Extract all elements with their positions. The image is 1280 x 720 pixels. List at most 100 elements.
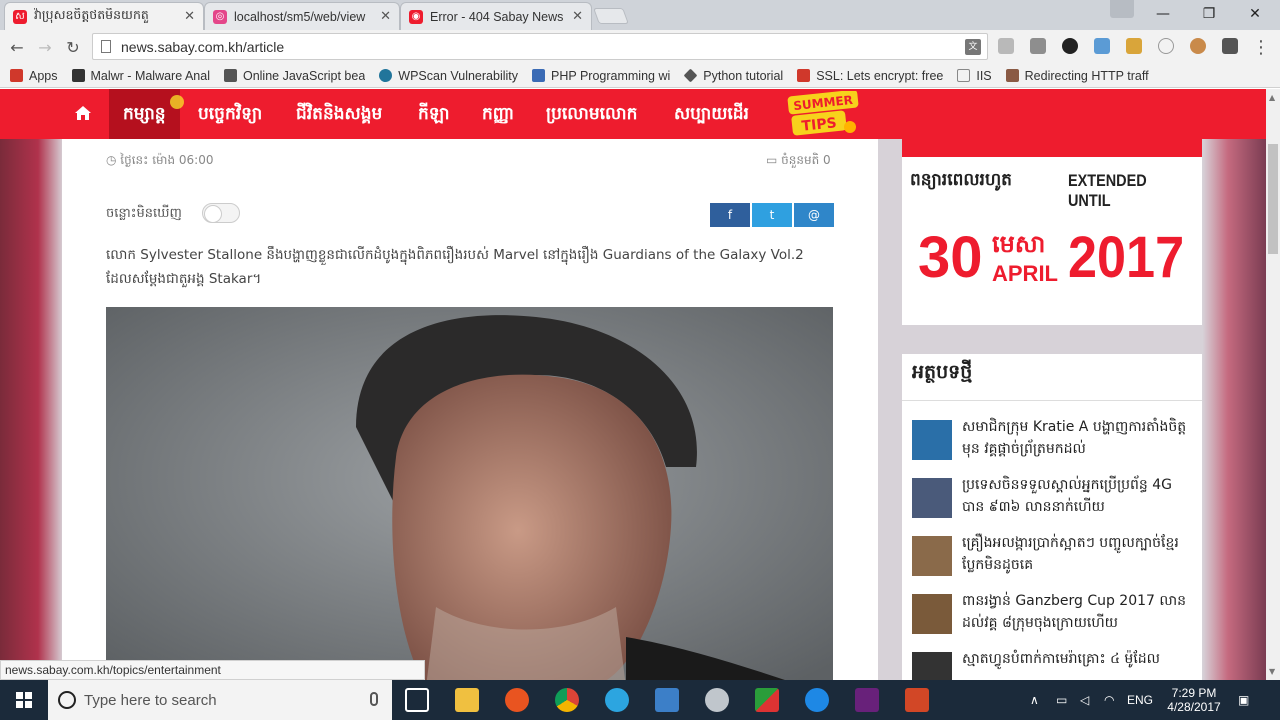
extension-bug-icon[interactable] <box>1222 38 1238 54</box>
facebook-share-button[interactable]: f <box>710 203 750 227</box>
reload-icon[interactable]: ↻ <box>62 36 84 58</box>
clock-date: 4/28/2017 <box>1167 700 1221 714</box>
page-icon <box>101 40 111 53</box>
ubuntu-icon[interactable] <box>505 688 529 712</box>
visual-studio-icon[interactable] <box>855 688 879 712</box>
tab-strip: ស វ៉ាប្រុសឧចិត្តថតមិនយកតួ ✕ ◎ localhost/… <box>0 0 1280 30</box>
scroll-down-arrow-icon[interactable]: ▼ <box>1269 667 1275 676</box>
bookmark-python[interactable]: Python tutorial <box>684 69 783 83</box>
tray-chevron-icon[interactable]: ∧ <box>1030 680 1039 720</box>
wordpress-icon <box>379 69 393 82</box>
sidebar-ad-banner[interactable]: ពន្យារពេលរហូត EXTENDED UNTIL 30 មេសា APR… <box>902 139 1202 325</box>
language-indicator[interactable]: ENG <box>1127 680 1153 720</box>
wifi-icon[interactable]: ◠ <box>1104 680 1114 720</box>
ad-month-en: APRIL <box>992 261 1058 286</box>
list-item[interactable]: ពានរង្វាន់ Ganzberg Cup 2017 លានដល់វគ្គ … <box>912 590 1197 642</box>
reading-toggle[interactable] <box>202 203 240 223</box>
battery-icon[interactable]: ▭ <box>1056 680 1067 720</box>
start-button[interactable] <box>0 680 48 720</box>
scrollbar-thumb[interactable] <box>1268 144 1278 254</box>
bookmark-iis[interactable]: IIS <box>957 69 992 83</box>
menu-icon[interactable]: ⋮ <box>1250 36 1272 58</box>
profile-button[interactable] <box>1110 0 1134 18</box>
clock-time: 7:29 PM <box>1171 686 1217 700</box>
tab-error-404[interactable]: ◉ Error - 404 Sabay News ✕ <box>400 2 592 30</box>
comment-count[interactable]: ▭ ចំនួនមតិ 0 <box>766 152 831 170</box>
scroll-up-arrow-icon[interactable]: ▲ <box>1269 93 1275 102</box>
extension-code-icon[interactable] <box>1158 38 1174 54</box>
close-icon[interactable]: ✕ <box>380 9 391 24</box>
translate-icon[interactable]: 文 <box>965 39 981 55</box>
file-explorer-icon[interactable] <box>455 688 479 712</box>
summer-tips-logo[interactable]: SUMMER TIPS <box>786 91 860 137</box>
list-item[interactable]: ប្រទេសចិនទទួលស្គាល់អ្នកប្រើប្រព័ន្ធ 4G ប… <box>912 474 1197 526</box>
bookmark-js-beautifier[interactable]: Online JavaScript bea <box>223 69 365 83</box>
news-title: សមាជិកក្រុម Kratie A បង្ហាញការតាំងចិត្តម… <box>962 419 1187 457</box>
ad-left-text: ពន្យារពេលរហូត <box>910 170 1012 190</box>
extension-key-icon[interactable] <box>1126 38 1142 54</box>
back-arrow-icon[interactable]: ← <box>6 36 28 58</box>
nav-life-society[interactable]: ជីវិតនិងសង្គម <box>296 89 382 139</box>
nav-travel[interactable]: សប្បាយដើរ <box>674 89 749 139</box>
bookmark-redirect[interactable]: Redirecting HTTP traff <box>1005 69 1149 83</box>
chrome-icon[interactable] <box>555 688 579 712</box>
tab-title: Error - 404 Sabay News <box>430 9 564 24</box>
nav-sport[interactable]: កីឡា <box>418 89 450 139</box>
nav-entertainment[interactable]: កម្សាន្ត <box>109 89 180 139</box>
extension-cloud-icon[interactable] <box>998 38 1014 54</box>
close-icon[interactable]: ✕ <box>184 9 195 24</box>
news-title: ពានរង្វាន់ Ganzberg Cup 2017 លានដល់វគ្គ … <box>962 593 1187 631</box>
bookmark-php[interactable]: PHP Programming wi <box>532 69 670 83</box>
telegram-icon[interactable] <box>605 688 629 712</box>
latest-title-underline <box>902 400 1202 401</box>
bookmark-malwr[interactable]: Malwr - Malware Anal <box>71 69 210 83</box>
toggle-label: ចន្លោះមិនឃើញ <box>106 206 182 221</box>
app-icon[interactable] <box>705 688 729 712</box>
tips-text: TIPS <box>801 115 838 135</box>
bookmark-ssl[interactable]: SSL: Lets encrypt: free <box>797 69 943 83</box>
volume-icon[interactable]: ◁ <box>1080 680 1089 720</box>
app-icon[interactable] <box>755 688 779 712</box>
list-item[interactable]: គ្រឿងអលង្ការប្រាក់ស្អាតៗ បញ្ចូលក្បាច់ខ្ម… <box>912 532 1197 584</box>
news-thumbnail <box>912 594 952 634</box>
nav-lady[interactable]: កញ្ញា <box>482 89 514 139</box>
address-bar[interactable]: news.sabay.com.kh/article 文 <box>92 33 988 60</box>
powerpoint-icon[interactable] <box>905 688 929 712</box>
notifications-icon[interactable]: ▣ <box>1238 680 1249 720</box>
extension-color-icon[interactable] <box>1062 38 1078 54</box>
microphone-icon[interactable] <box>370 692 378 706</box>
extension-puzzle-icon[interactable] <box>1030 38 1046 54</box>
news-title: ស្មាតហ្វូនបំពាក់កាមេរ៉ាគ្រោះ ៤ ម៉ូដែល <box>962 651 1160 667</box>
nav-technology[interactable]: បច្ចេកវិទ្យា <box>198 89 262 139</box>
list-item[interactable]: ស្មាតហ្វូនបំពាក់កាមេរ៉ាគ្រោះ ៤ ម៉ូដែល <box>912 648 1197 680</box>
task-view-icon[interactable] <box>405 688 429 712</box>
maximize-button[interactable]: ❐ <box>1186 0 1232 28</box>
tab-localhost[interactable]: ◎ localhost/sm5/web/view ✕ <box>204 2 400 30</box>
taskbar-search[interactable]: Type here to search <box>48 680 392 720</box>
latest-news: អត្ថបទថ្មី សមាជិកក្រុម Kratie A បង្ហាញកា… <box>902 354 1202 680</box>
list-item[interactable]: សមាជិកក្រុម Kratie A បង្ហាញការតាំងចិត្តម… <box>912 416 1197 468</box>
ad-month-km: មេសា <box>992 230 1046 258</box>
vscode-icon[interactable] <box>655 688 679 712</box>
close-icon[interactable]: ✕ <box>572 9 583 24</box>
new-tab-button[interactable] <box>593 8 629 24</box>
clock[interactable]: 7:29 PM 4/28/2017 <box>1164 680 1224 720</box>
tab-sabay-article[interactable]: ស វ៉ាប្រុសឧចិត្តថតមិនយកតួ ✕ <box>4 2 204 30</box>
close-window-button[interactable]: ✕ <box>1232 0 1278 28</box>
twitter-share-button[interactable]: t <box>752 203 792 227</box>
bookmark-apps[interactable]: Apps <box>10 69 58 83</box>
home-icon[interactable] <box>74 105 92 121</box>
portrait-image <box>106 307 833 680</box>
extension-fx-icon[interactable] <box>1094 38 1110 54</box>
extension-cookie-icon[interactable] <box>1190 38 1206 54</box>
instagram-favicon-icon: ◎ <box>213 9 227 24</box>
minimize-button[interactable]: — <box>1140 0 1186 28</box>
bookmark-wpscan[interactable]: WPScan Vulnerability <box>379 69 518 83</box>
search-placeholder: Type here to search <box>84 691 217 709</box>
forward-arrow-icon[interactable]: → <box>34 36 56 58</box>
sabay-favicon-icon: ស <box>13 9 27 24</box>
nav-novel[interactable]: ប្រលោមលោក <box>546 89 637 139</box>
email-share-button[interactable]: @ <box>794 203 834 227</box>
edge-icon[interactable] <box>805 688 829 712</box>
page-scrollbar[interactable]: ▲ ▼ <box>1266 89 1280 680</box>
